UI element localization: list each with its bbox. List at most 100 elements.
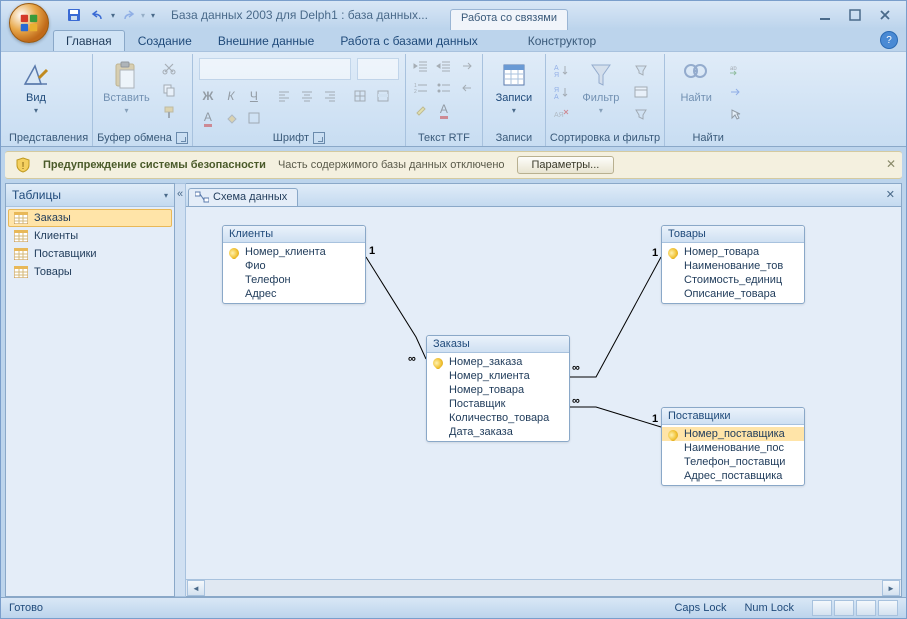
table-suppliers[interactable]: Поставщики Номер_поставщика Наименование… (661, 407, 805, 486)
security-close-button[interactable]: ✕ (886, 157, 896, 171)
toggle-filter-button[interactable] (630, 104, 652, 124)
field-pk[interactable]: Номер_товара (662, 245, 804, 259)
records-button[interactable]: Записи▾ (487, 56, 541, 126)
table-clients[interactable]: Клиенты Номер_клиента Фио Телефон Адрес (222, 225, 366, 304)
chevron-down-icon: ▾ (512, 106, 516, 115)
field[interactable]: Телефон (223, 273, 365, 287)
help-button[interactable]: ? (880, 31, 898, 49)
minimize-button[interactable] (814, 6, 836, 24)
fill-color-button[interactable] (220, 108, 242, 128)
nav-collapse-button[interactable]: « (175, 183, 186, 597)
format-painter-button[interactable] (158, 102, 180, 122)
field[interactable]: Описание_товара (662, 287, 804, 301)
office-button[interactable] (9, 3, 49, 43)
field-pk[interactable]: Номер_клиента (223, 245, 365, 259)
redo-dropdown-icon[interactable]: ▾ (141, 11, 145, 20)
field[interactable]: Стоимость_единиц (662, 273, 804, 287)
security-options-button[interactable]: Параметры... (517, 156, 615, 174)
horizontal-scrollbar[interactable]: ◄ ► (186, 579, 901, 596)
field[interactable]: Номер_клиента (427, 369, 569, 383)
nav-item-orders[interactable]: Заказы (8, 209, 172, 227)
field[interactable]: Количество_товара (427, 411, 569, 425)
field[interactable]: Наименование_тов (662, 259, 804, 273)
document-close-button[interactable]: ✕ (886, 188, 895, 201)
save-button[interactable] (63, 4, 85, 26)
tab-create[interactable]: Создание (125, 30, 205, 51)
view-button[interactable]: Вид▾ (9, 56, 63, 126)
view-shortcuts (812, 600, 898, 616)
document-tab-relationships[interactable]: Схема данных (188, 188, 298, 206)
nav-item-goods[interactable]: Товары (8, 263, 172, 281)
increase-indent-button[interactable] (433, 56, 455, 76)
nav-filter-dropdown-icon[interactable]: ▾ (164, 191, 168, 200)
bullet-list-button[interactable] (433, 78, 455, 98)
view-shortcut-3[interactable] (856, 600, 876, 616)
view-shortcut-1[interactable] (812, 600, 832, 616)
underline-button[interactable]: Ч (243, 86, 265, 106)
highlight-button[interactable] (410, 100, 432, 120)
gridline-color-button[interactable] (243, 108, 265, 128)
field-pk[interactable]: Номер_заказа (427, 355, 569, 369)
scroll-left-button[interactable]: ◄ (187, 580, 205, 596)
alternate-row-button[interactable] (372, 86, 394, 106)
sort-asc-button[interactable]: АЯ (550, 60, 572, 80)
align-center-button[interactable] (296, 86, 318, 106)
field[interactable]: Телефон_поставщи (662, 455, 804, 469)
numbered-list-button[interactable]: 12 (410, 78, 432, 98)
view-shortcut-4[interactable] (878, 600, 898, 616)
ribbon-tab-strip: Главная Создание Внешние данные Работа с… (1, 29, 906, 51)
tab-home[interactable]: Главная (53, 30, 125, 51)
goto-button[interactable] (725, 82, 747, 102)
align-left-button[interactable] (273, 86, 295, 106)
align-right-button[interactable] (319, 86, 341, 106)
font-dialog-launcher[interactable] (313, 132, 325, 144)
advanced-filter-button[interactable] (630, 82, 652, 102)
undo-button[interactable] (87, 4, 109, 26)
tab-external-data[interactable]: Внешние данные (205, 30, 328, 51)
ltr-button[interactable] (456, 56, 478, 76)
scroll-right-button[interactable]: ► (882, 580, 900, 596)
gridlines-button[interactable] (349, 86, 371, 106)
undo-dropdown-icon[interactable]: ▾ (111, 11, 115, 20)
find-button[interactable]: Найти (669, 56, 723, 126)
tab-database-tools[interactable]: Работа с базами данных (327, 30, 490, 51)
selection-filter-button[interactable] (630, 60, 652, 80)
nav-header[interactable]: Таблицы ▾ (6, 184, 174, 207)
replace-button[interactable]: ab (725, 60, 747, 80)
field[interactable]: Адрес (223, 287, 365, 301)
filter-button[interactable]: Фильтр▾ (574, 56, 628, 126)
text-color-button[interactable]: A (433, 100, 455, 120)
nav-item-clients[interactable]: Клиенты (8, 227, 172, 245)
decrease-indent-button[interactable] (410, 56, 432, 76)
paste-button[interactable]: Вставить▾ (97, 56, 156, 126)
font-name-combo[interactable] (199, 58, 351, 80)
relationships-canvas[interactable]: 1 ∞ ∞ 1 ∞ 1 Клиенты Номер_клиента Фио Те… (186, 207, 901, 579)
select-button[interactable] (725, 104, 747, 124)
nav-item-suppliers[interactable]: Поставщики (8, 245, 172, 263)
maximize-button[interactable] (844, 6, 866, 24)
field[interactable]: Поставщик (427, 397, 569, 411)
field[interactable]: Адрес_поставщика (662, 469, 804, 483)
italic-button[interactable]: К (220, 86, 242, 106)
cut-button[interactable] (158, 58, 180, 78)
qat-customize-icon[interactable]: ▾ (151, 11, 155, 20)
rtl-button[interactable] (456, 78, 478, 98)
view-shortcut-2[interactable] (834, 600, 854, 616)
copy-button[interactable] (158, 80, 180, 100)
field[interactable]: Номер_товара (427, 383, 569, 397)
table-goods[interactable]: Товары Номер_товара Наименование_тов Сто… (661, 225, 805, 304)
field[interactable]: Наименование_пос (662, 441, 804, 455)
clear-sort-button[interactable]: АЯ (550, 104, 572, 124)
font-color-button[interactable]: A (197, 108, 219, 128)
field-pk[interactable]: Номер_поставщика (662, 427, 804, 441)
redo-button[interactable] (117, 4, 139, 26)
sort-desc-button[interactable]: ЯА (550, 82, 572, 102)
field[interactable]: Фио (223, 259, 365, 273)
tab-design[interactable]: Конструктор (515, 30, 609, 51)
close-button[interactable] (874, 6, 896, 24)
clipboard-dialog-launcher[interactable] (176, 132, 188, 144)
font-size-combo[interactable] (357, 58, 399, 80)
table-orders[interactable]: Заказы Номер_заказа Номер_клиента Номер_… (426, 335, 570, 442)
field[interactable]: Дата_заказа (427, 425, 569, 439)
bold-button[interactable]: Ж (197, 86, 219, 106)
